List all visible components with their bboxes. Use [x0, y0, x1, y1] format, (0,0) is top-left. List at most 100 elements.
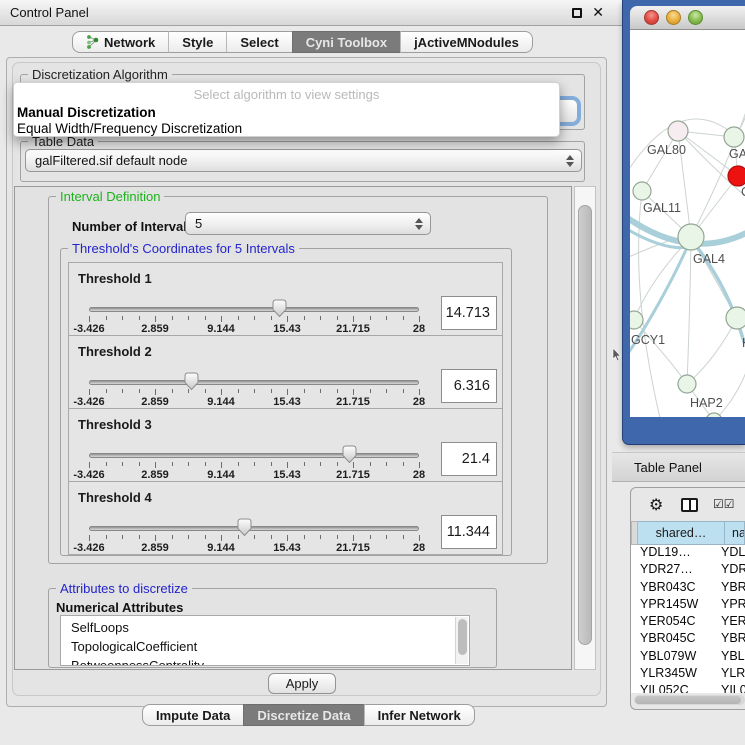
zoom-traffic-light-icon[interactable] [688, 10, 703, 25]
node-label-gcy1: GCY1 [631, 333, 665, 347]
menu-item-manual-discretization[interactable]: Manual Discretization [17, 105, 156, 120]
gear-icon[interactable]: ⚙ [649, 495, 663, 515]
number-of-intervals-combobox[interactable]: 5 [185, 212, 431, 235]
slider-tick [320, 462, 321, 466]
table-row[interactable]: YIL052CYIL0 [631, 683, 745, 693]
network-node-gal11[interactable] [633, 182, 651, 200]
network-node-gal80[interactable] [668, 121, 688, 141]
tab-impute-data[interactable]: Impute Data [142, 704, 243, 726]
cell-name: YDR2 [718, 562, 745, 579]
attribute-item-topologicalcoefficient[interactable]: TopologicalCoefficient [71, 637, 469, 656]
column-header-name[interactable]: na [725, 521, 745, 545]
threshold-2-label: Threshold 2 [78, 344, 152, 359]
tab-select[interactable]: Select [226, 31, 291, 53]
slider-tick [221, 535, 222, 541]
slider-tick [238, 389, 239, 393]
threshold-4-slider-track[interactable] [89, 526, 419, 531]
slider-tick [386, 462, 387, 466]
cell-name: YLR3 [718, 666, 745, 683]
tab-jactivemnodules[interactable]: jActiveMNodules [400, 31, 533, 53]
slider-tick [337, 389, 338, 393]
horizontal-scrollbar[interactable] [631, 693, 745, 707]
slider-scale-label: 21.715 [336, 469, 370, 481]
top-tab-bar: NetworkStyle Select Cyni Toolbox jActiveMNo… [72, 31, 533, 53]
network-node-node-red[interactable] [728, 166, 745, 186]
table-row[interactable]: YER054CYER0 [631, 614, 745, 631]
threshold-3-slider-thumb[interactable] [342, 445, 357, 464]
tab-label: jActiveMNodules [414, 35, 519, 50]
vertical-scrollbar[interactable] [574, 186, 596, 670]
network-node-gcy1[interactable] [630, 311, 643, 329]
threshold-3-value-field[interactable]: 21.4 [441, 442, 497, 476]
vertical-scrollbar-thumb[interactable] [578, 205, 592, 645]
table-data-combobox[interactable]: galFiltered.sif default node [25, 149, 582, 172]
cell-shared-name: YBR045C [631, 631, 718, 648]
table-row[interactable]: YPR145WYPR1 [631, 597, 745, 614]
menu-item-equal-width-frequency[interactable]: Equal Width/Frequency Discretization [17, 121, 242, 136]
attribute-item-betweennesscentrality[interactable]: BetweennessCentrality [71, 656, 469, 666]
table-panel-titlebar: Table Panel [612, 452, 745, 482]
minimize-traffic-light-icon[interactable] [666, 10, 681, 25]
network-canvas[interactable]: GAL80GACGAL11GAL4GCY1HHAP2 [630, 30, 745, 417]
tab-network[interactable]: Network [72, 31, 168, 53]
cell-shared-name: YER054C [631, 614, 718, 631]
network-node-node-h[interactable] [726, 307, 745, 329]
threshold-1-slider-thumb[interactable] [272, 299, 287, 318]
table-row[interactable]: YBR043CYBR0 [631, 580, 745, 597]
threshold-3-slider-track[interactable] [89, 453, 419, 458]
slider-tick [139, 462, 140, 466]
table-row[interactable]: YDL19…YDL1 [631, 545, 745, 562]
threshold-4-value-field[interactable]: 11.344 [441, 515, 497, 549]
slider-tick [370, 535, 371, 539]
threshold-1-slider-track[interactable] [89, 307, 419, 312]
apply-button[interactable]: Apply [268, 673, 336, 694]
horizontal-scrollbar-thumb[interactable] [635, 696, 741, 704]
tab-style[interactable]: Style [168, 31, 226, 53]
table-row[interactable]: YDR27…YDR2 [631, 562, 745, 579]
network-node-gal4[interactable] [678, 224, 704, 250]
list-scrollbar[interactable] [455, 617, 468, 664]
slider-tick [106, 535, 107, 539]
node-label-node-top-right: GA [729, 147, 745, 161]
slider-tick [106, 389, 107, 393]
tab-discretize-data[interactable]: Discretize Data [243, 704, 363, 726]
slider-tick [205, 389, 206, 393]
close-traffic-light-icon[interactable] [644, 10, 659, 25]
checkboxes-icon[interactable]: ☑☑ [713, 497, 735, 511]
table-row[interactable]: YLR345WYLR3 [631, 666, 745, 683]
tab-label: Discretize Data [257, 708, 350, 723]
numerical-attributes-list[interactable]: SelfLoopsTopologicalCoefficientBetweenne… [60, 615, 470, 666]
slider-tick [403, 535, 404, 539]
slider-scale-label: 21.715 [336, 396, 370, 408]
threshold-2-value-field[interactable]: 6.316 [441, 369, 497, 403]
slider-tick [337, 535, 338, 539]
slider-scale-label: 21.715 [336, 323, 370, 335]
attribute-item-selfloops[interactable]: SelfLoops [71, 618, 469, 637]
close-icon[interactable]: ✕ [592, 4, 604, 21]
slider-tick [155, 535, 156, 541]
table-row[interactable]: YBR045CYBR0 [631, 631, 745, 648]
table-row[interactable]: YBL079WYBL0 [631, 649, 745, 666]
tab-label: Cyni Toolbox [306, 35, 387, 50]
float-window-icon[interactable] [572, 8, 582, 18]
tab-infer-network[interactable]: Infer Network [364, 704, 475, 726]
slider-tick [172, 535, 173, 539]
cell-shared-name: YPR145W [631, 597, 718, 614]
network-node-hap2[interactable] [678, 375, 696, 393]
columns-icon[interactable] [681, 498, 698, 512]
tab-label: Select [240, 35, 278, 50]
network-node-node-top-right[interactable] [724, 127, 744, 147]
threshold-1-value-field[interactable]: 14.713 [441, 296, 497, 330]
slider-tick [320, 535, 321, 539]
slider-scale-label: 15.43 [273, 542, 301, 554]
threshold-2-slider-track[interactable] [89, 380, 419, 385]
slider-scale-label: 2.859 [141, 323, 169, 335]
threshold-2-slider-thumb[interactable] [184, 372, 199, 391]
tab-cyni-toolbox[interactable]: Cyni Toolbox [292, 31, 400, 53]
slider-tick [205, 535, 206, 539]
slider-tick [89, 389, 90, 395]
threshold-4-slider-thumb[interactable] [237, 518, 252, 537]
column-header-shared-name[interactable]: shared… [638, 521, 725, 545]
slider-scale-label: 9.144 [207, 396, 235, 408]
network-window-titlebar[interactable] [630, 6, 745, 30]
